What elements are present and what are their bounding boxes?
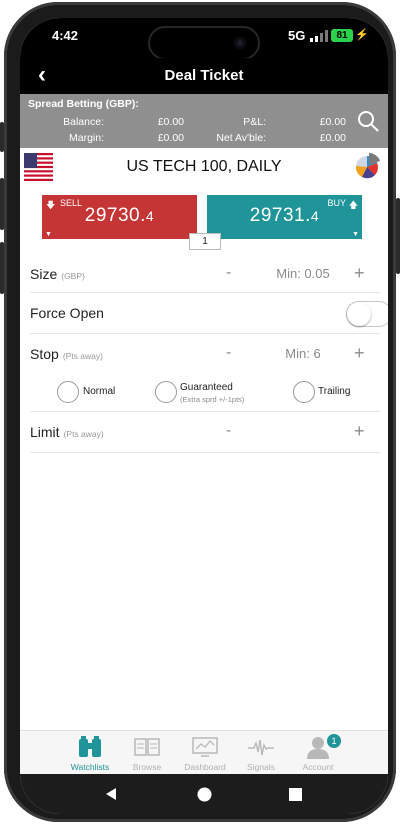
stop-normal-radio[interactable]: [57, 381, 79, 403]
tab-dashboard[interactable]: Dashboard: [175, 731, 235, 775]
buy-price-main: 29731.: [249, 205, 311, 226]
size-minus-button[interactable]: -: [226, 264, 231, 282]
action-button: [0, 122, 4, 152]
pnl-label: P&L:: [243, 116, 266, 128]
back-nav-icon[interactable]: [104, 787, 118, 806]
app-screen: 4:42 5G 81 ⚡ ‹ Deal Ticket Spread Bettin…: [20, 18, 388, 814]
battery-level: 81: [331, 29, 353, 42]
limit-row: Limit (Pts away) - +: [30, 412, 380, 453]
margin-value: £0.00: [157, 132, 184, 144]
stop-label-wrap: Stop (Pts away): [30, 346, 103, 362]
size-input[interactable]: Min: 0.05: [258, 266, 348, 281]
available-value: £0.00: [319, 132, 346, 144]
signal-wave-icon: [248, 739, 274, 756]
tab-label: Account: [302, 762, 334, 772]
volume-down-button: [0, 242, 4, 294]
stop-guaranteed-label: Guaranteed: [180, 382, 233, 393]
available-label: Net Av'ble:: [216, 132, 266, 144]
stop-type-row: Normal Guaranteed (Extra sprd +/-1pts) T…: [30, 373, 380, 412]
size-row: Size (GBP) - Min: 0.05 +: [30, 254, 380, 293]
sell-price-main: 29730.: [84, 205, 146, 226]
title-bar: ‹ Deal Ticket: [20, 58, 388, 94]
balance-label: Balance:: [63, 116, 104, 128]
account-notification-badge: 1: [327, 734, 341, 748]
stop-guaranteed-radio[interactable]: [155, 381, 177, 403]
market-name: US TECH 100, DAILY: [126, 158, 282, 175]
stop-normal-label: Normal: [83, 386, 116, 397]
tab-label: Dashboard: [184, 762, 226, 772]
pie-chart-icon[interactable]: [353, 152, 381, 180]
stop-input[interactable]: Min: 6: [258, 346, 348, 361]
size-label: Size: [30, 266, 58, 282]
buy-price: 29731.4: [207, 205, 362, 227]
limit-label-wrap: Limit (Pts away): [30, 424, 104, 440]
charging-icon: ⚡: [355, 29, 369, 41]
stop-row: Stop (Pts away) - Min: 6 +: [30, 334, 380, 372]
dashboard-icon: [192, 737, 218, 757]
stop-label: Stop: [30, 346, 59, 362]
buy-button[interactable]: BUY 🡅 29731.4 ▼: [207, 195, 362, 239]
signal-icon: [310, 30, 328, 42]
status-bar: 4:42 5G 81 ⚡: [20, 18, 388, 60]
size-unit: (GBP): [61, 271, 85, 281]
balance-value: £0.00: [157, 116, 184, 128]
network-type: 5G: [288, 28, 306, 43]
force-open-toggle[interactable]: [346, 301, 388, 327]
tab-signals[interactable]: Signals: [231, 731, 291, 775]
limit-unit: (Pts away): [63, 429, 104, 439]
force-open-label: Force Open: [30, 305, 104, 321]
dynamic-island: [148, 26, 260, 60]
power-button: [396, 198, 400, 274]
stop-minus-button[interactable]: -: [226, 344, 231, 362]
tab-label: Signals: [247, 762, 275, 772]
size-label-wrap: Size (GBP): [30, 266, 85, 282]
stop-guaranteed-note: (Extra sprd +/-1pts): [180, 395, 245, 404]
account-heading: Spread Betting (GBP):: [28, 98, 139, 110]
system-nav-bar: [20, 774, 388, 814]
buy-dropdown-icon[interactable]: ▼: [352, 231, 359, 238]
tab-label: Browse: [132, 762, 162, 772]
page-title: Deal Ticket: [164, 67, 244, 84]
book-icon: [134, 738, 160, 756]
toggle-knob: [347, 302, 371, 326]
tab-watchlists[interactable]: Watchlists: [60, 731, 120, 775]
limit-plus-button[interactable]: +: [354, 421, 365, 442]
status-time: 4:42: [52, 28, 79, 43]
sell-price-last: 4: [145, 208, 155, 224]
force-open-row: Force Open: [30, 293, 388, 334]
binoculars-icon: [79, 736, 101, 757]
search-icon[interactable]: [356, 109, 380, 133]
stop-trailing-label: Trailing: [318, 386, 351, 397]
camera-icon: [234, 37, 246, 49]
account-summary: Spread Betting (GBP): Balance: £0.00 P&L…: [20, 94, 388, 148]
stop-trailing-radio[interactable]: [293, 381, 315, 403]
stop-plus-button[interactable]: +: [354, 343, 365, 364]
market-header: US TECH 100, DAILY: [20, 148, 388, 186]
pnl-value: £0.00: [319, 116, 346, 128]
margin-label: Margin:: [68, 132, 104, 144]
limit-minus-button[interactable]: -: [226, 422, 231, 440]
buy-price-last: 4: [310, 208, 320, 224]
home-nav-icon[interactable]: [197, 787, 212, 807]
phone-frame: 4:42 5G 81 ⚡ ‹ Deal Ticket Spread Bettin…: [0, 2, 400, 822]
stop-unit: (Pts away): [62, 351, 103, 361]
tab-browse[interactable]: Browse: [117, 731, 177, 775]
sell-dropdown-icon[interactable]: ▼: [45, 231, 52, 238]
tab-label: Watchlists: [70, 762, 110, 772]
recents-nav-icon[interactable]: [289, 788, 302, 806]
volume-up-button: [0, 178, 4, 230]
limit-label: Limit: [30, 424, 60, 440]
sell-button[interactable]: 🡇 SELL 29730.4 ▼: [42, 195, 197, 239]
spread-value: 1: [189, 233, 221, 250]
size-plus-button[interactable]: +: [354, 263, 365, 284]
sell-price: 29730.4: [42, 205, 197, 227]
